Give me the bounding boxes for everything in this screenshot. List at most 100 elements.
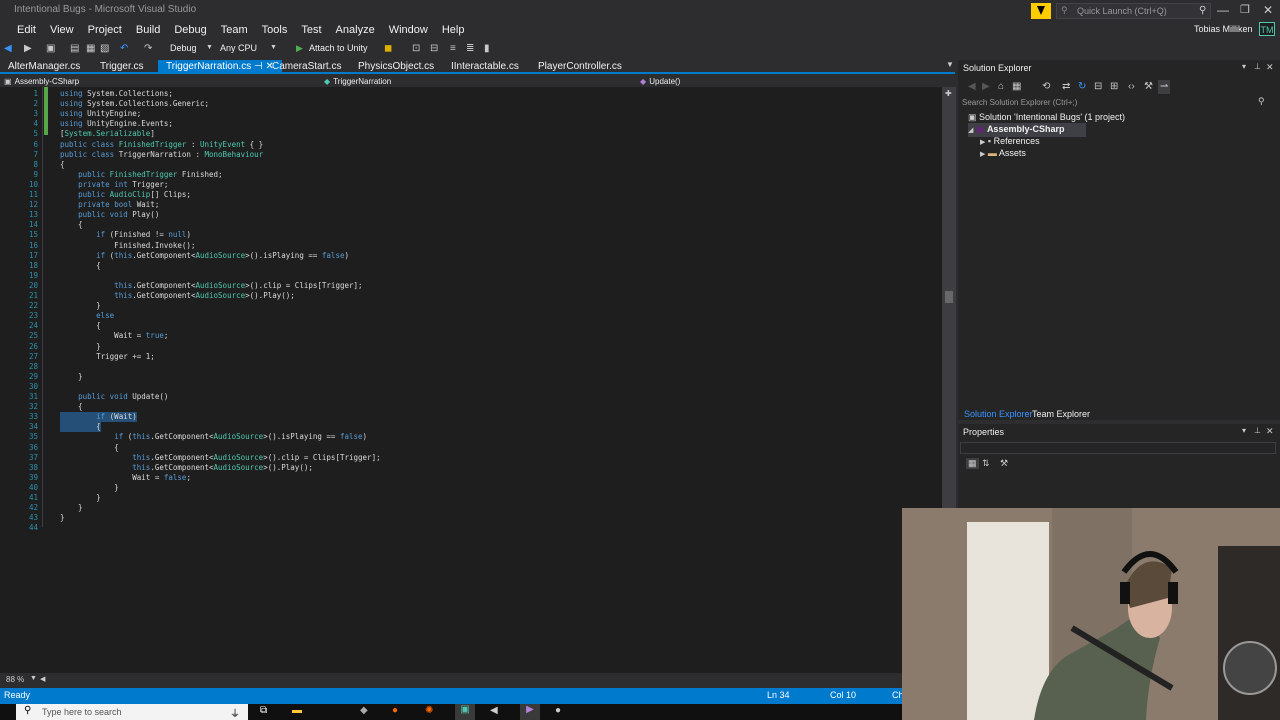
code-line[interactable]: 29 } (0, 372, 940, 382)
menu-view[interactable]: View (43, 22, 81, 38)
tab-team-explorer[interactable]: Team Explorer (1028, 408, 1094, 420)
code-line[interactable]: 6 public class FinishedTrigger : UnityEve… (0, 140, 940, 150)
code-line[interactable]: 14 { (0, 220, 940, 230)
code-line[interactable]: 42 } (0, 503, 940, 513)
code-line[interactable]: 13 public void Play() (0, 210, 940, 220)
code-line[interactable]: 25 Wait = true; (0, 331, 940, 341)
menu-test[interactable]: Test (294, 22, 328, 38)
undo-icon[interactable]: ↶ (120, 42, 128, 56)
pin-icon[interactable]: ⊥ (1254, 62, 1261, 71)
code-text[interactable]: if (this.GetComponent<AudioSource>().isP… (60, 432, 367, 442)
code-line[interactable]: 44 (0, 523, 940, 533)
home-icon[interactable]: ⌂ (998, 80, 1004, 94)
code-text[interactable]: this.GetComponent<AudioSource>().Play(); (60, 291, 295, 301)
code-text[interactable]: } (60, 503, 83, 513)
quick-launch-input[interactable]: Quick Launch (Ctrl+Q) (1077, 6, 1167, 16)
music-icon[interactable]: ◀ (490, 705, 498, 716)
tab-playercontroller-cs[interactable]: PlayerController.cs (530, 60, 630, 74)
menu-help[interactable]: Help (435, 22, 472, 38)
pin-icon[interactable]: ⊥ (1254, 426, 1261, 435)
code-text[interactable]: this.GetComponent<AudioSource>().clip = … (60, 453, 380, 463)
firefox-icon[interactable]: ● (392, 705, 398, 716)
code-text[interactable]: if (Wait) (60, 412, 137, 423)
properties-icon[interactable]: ⚒ (1144, 80, 1153, 94)
close-icon[interactable]: ✕ (1263, 3, 1273, 17)
code-text[interactable]: } (60, 301, 101, 311)
code-text[interactable]: public void Play() (60, 210, 159, 220)
chevron-right-icon[interactable]: ▶ (980, 149, 985, 161)
tab-camerastart-cs[interactable]: CameraStart.cs (264, 60, 349, 74)
search-icon[interactable]: ⚲ (1199, 5, 1206, 16)
code-text[interactable]: this.GetComponent<AudioSource>().Play(); (60, 463, 313, 473)
code-text[interactable]: } (60, 483, 119, 493)
comment-icon[interactable]: ≡ (450, 42, 456, 56)
refresh-icon[interactable]: ↻ (1078, 80, 1086, 94)
open-file-icon[interactable]: ▤ (70, 42, 79, 56)
code-text[interactable]: else (60, 311, 114, 321)
task-view-icon[interactable]: ⧉ (260, 705, 267, 716)
app-icon[interactable]: ● (555, 705, 561, 716)
scroll-left-icon[interactable]: ◀ (40, 675, 45, 683)
user-avatar[interactable]: TM (1259, 22, 1275, 36)
close-icon[interactable]: ✕ (1266, 62, 1274, 73)
code-line[interactable]: 15 if (Finished != null) (0, 230, 940, 240)
chevron-down-icon[interactable]: ◢ (968, 125, 973, 137)
code-line[interactable]: 28 (0, 362, 940, 372)
property-pages-icon[interactable]: ⚒ (1000, 458, 1008, 469)
bookmark-icon[interactable]: ⊟ (430, 42, 438, 56)
dropdown-icon[interactable]: ▾ (1242, 62, 1246, 71)
scrollbar-thumb[interactable] (945, 291, 953, 303)
tab-physicsobject-cs[interactable]: PhysicsObject.cs (350, 60, 442, 74)
code-text[interactable]: { (60, 160, 65, 170)
menu-project[interactable]: Project (81, 22, 129, 38)
code-line[interactable]: 33 if (Wait) (0, 412, 940, 423)
code-line[interactable]: 31 public void Update() (0, 392, 940, 402)
sync-icon[interactable]: ⇄ (1062, 80, 1070, 94)
code-text[interactable]: { (60, 261, 101, 271)
microphone-icon[interactable]: ⏚ (230, 705, 240, 720)
code-line[interactable]: 7 public class TriggerNarration : MonoBeh… (0, 150, 940, 160)
code-line[interactable]: 26 } (0, 342, 940, 352)
menu-build[interactable]: Build (129, 22, 167, 38)
code-line[interactable]: 21 this.GetComponent<AudioSource>().Play… (0, 291, 940, 301)
code-line[interactable]: 30 (0, 382, 940, 392)
attach-to-unity-button[interactable]: ▶ Attach to Unity (296, 41, 376, 55)
code-line[interactable]: 39 Wait = false; (0, 473, 940, 483)
code-text[interactable]: } (60, 342, 101, 352)
code-line[interactable]: 35 if (this.GetComponent<AudioSource>().… (0, 432, 940, 442)
code-line[interactable]: 36 { (0, 443, 940, 453)
code-line[interactable]: 1 using System.Collections; (0, 89, 940, 99)
code-text[interactable]: using System.Collections.Generic; (60, 99, 209, 109)
save-all-icon[interactable]: ▧ (100, 42, 109, 56)
code-line[interactable]: 12 private bool Wait; (0, 200, 940, 210)
uncomment-icon[interactable]: ≣ (466, 42, 474, 56)
code-editor[interactable]: 1 using System.Collections; 2 using System.… (0, 87, 942, 673)
tab-altermanager-cs[interactable]: AlterManager.cs (0, 60, 88, 74)
quick-launch-box[interactable]: ⚲ Quick Launch (Ctrl+Q) ⚲ (1056, 3, 1211, 19)
menu-tools[interactable]: Tools (255, 22, 295, 38)
blender-icon[interactable]: ✺ (425, 705, 433, 716)
tab-iinteractable-cs[interactable]: IInteractable.cs (443, 60, 527, 74)
horizontal-scrollbar[interactable]: 88 % ▼ ◀ (0, 673, 942, 687)
code-line[interactable]: 24 { (0, 321, 940, 331)
split-icon[interactable]: ✚ (945, 89, 953, 98)
code-text[interactable]: private bool Wait; (60, 200, 159, 210)
code-text[interactable]: Finished.Invoke(); (60, 241, 195, 251)
code-line[interactable]: 37 this.GetComponent<AudioSource>().clip… (0, 453, 940, 463)
back-icon[interactable]: ◀ (968, 80, 976, 94)
code-line[interactable]: 4 using UnityEngine.Events; (0, 119, 940, 129)
preview-icon[interactable]: ⇀ (1158, 80, 1171, 94)
menu-window[interactable]: Window (382, 22, 435, 38)
menu-edit[interactable]: Edit (10, 22, 43, 38)
maximize-icon[interactable]: ❐ (1240, 3, 1250, 16)
code-text[interactable]: public void Update() (60, 392, 168, 402)
member-dropdown[interactable]: ◆ Update() (640, 75, 940, 87)
search-icon[interactable]: ⚲ (1258, 96, 1265, 107)
close-icon[interactable]: ✕ (1266, 426, 1274, 437)
history-icon[interactable]: ⟲ (1042, 80, 1050, 94)
code-text[interactable]: if (this.GetComponent<AudioSource>().isP… (60, 251, 349, 261)
code-text[interactable]: [System.Serializable] (60, 129, 155, 139)
visual-studio-icon[interactable]: ▶ (520, 704, 540, 720)
alphabetical-icon[interactable]: ⇅ (982, 458, 990, 469)
code-text[interactable]: } (60, 493, 101, 503)
